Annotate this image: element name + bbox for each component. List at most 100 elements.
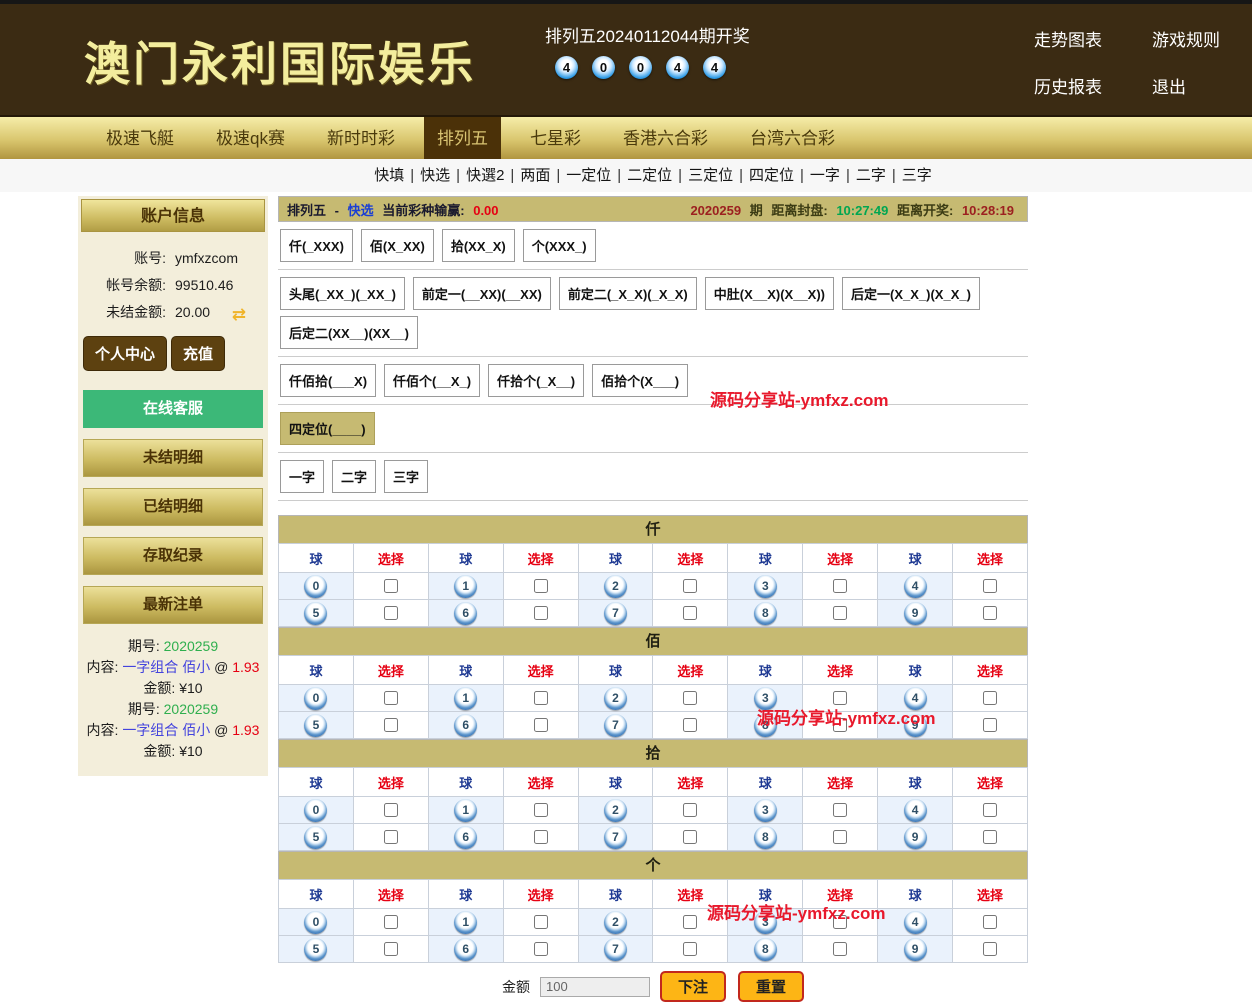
subnav-item-sandingwei[interactable]: 三定位 [686,167,735,184]
nav-tab-pailiewu[interactable]: 排列五 [424,117,501,159]
ball-checkbox[interactable] [683,942,697,956]
ball-2[interactable]: 2 [604,911,627,934]
ball-checkbox[interactable] [833,579,847,593]
ball-6[interactable]: 6 [454,826,477,849]
bet-type-button[interactable]: 仟(_XXX) [280,229,353,262]
nav-tab-xianggang-liuhecai[interactable]: 香港六合彩 [610,117,721,159]
ball-6[interactable]: 6 [454,602,477,625]
ball-1[interactable]: 1 [454,575,477,598]
reset-button[interactable]: 重置 [738,971,804,1002]
ball-checkbox[interactable] [683,691,697,705]
ball-checkbox[interactable] [983,915,997,929]
ball-8[interactable]: 8 [754,826,777,849]
ball-8[interactable]: 8 [754,602,777,625]
ball-0[interactable]: 0 [304,687,327,710]
ball-checkbox[interactable] [983,606,997,620]
ball-checkbox[interactable] [384,579,398,593]
ball-checkbox[interactable] [983,942,997,956]
ball-8[interactable]: 8 [754,714,777,737]
ball-7[interactable]: 7 [604,714,627,737]
bet-type-button[interactable]: 后定一(X_X_)(X_X_) [842,277,980,310]
subnav-item-liangmian[interactable]: 两面 [518,167,552,184]
bet-type-button[interactable]: 仟佰拾(___X) [280,364,376,397]
ball-2[interactable]: 2 [604,799,627,822]
subnav-item-kuaitian[interactable]: 快填 [372,167,406,184]
ball-9[interactable]: 9 [904,826,927,849]
ball-1[interactable]: 1 [454,799,477,822]
ball-checkbox[interactable] [983,830,997,844]
ball-checkbox[interactable] [833,942,847,956]
ball-1[interactable]: 1 [454,687,477,710]
bet-type-button[interactable]: 前定二(_X_X)(_X_X) [559,277,697,310]
ball-checkbox[interactable] [534,942,548,956]
amount-input[interactable] [540,977,650,997]
ball-checkbox[interactable] [833,915,847,929]
bet-type-button[interactable]: 仟佰个(__X_) [384,364,480,397]
nav-tab-qixingcai[interactable]: 七星彩 [517,117,594,159]
subnav-item-erzi[interactable]: 二字 [854,167,888,184]
bet-type-button[interactable]: 佰拾个(X___) [592,364,688,397]
ball-9[interactable]: 9 [904,602,927,625]
ball-5[interactable]: 5 [304,602,327,625]
header-link-game-rules[interactable]: 游戏规则 [1152,26,1220,51]
mode-link[interactable]: 快选 [348,203,374,218]
sidebar-item-online-service[interactable]: 在线客服 [83,390,263,428]
bet-type-button[interactable]: 二字 [332,460,376,493]
ball-0[interactable]: 0 [304,799,327,822]
ball-7[interactable]: 7 [604,602,627,625]
subnav-item-sanzi[interactable]: 三字 [900,167,934,184]
bet-type-button[interactable]: 四定位(____) [280,412,375,445]
subnav-item-sidingwei[interactable]: 四定位 [747,167,796,184]
header-link-history-reports[interactable]: 历史报表 [1034,73,1102,98]
ball-checkbox[interactable] [534,830,548,844]
ball-4[interactable]: 4 [904,575,927,598]
ball-9[interactable]: 9 [904,938,927,961]
sidebar-item-settled-details[interactable]: 已结明细 [83,488,263,526]
bet-type-button[interactable]: 前定一(__XX)(__XX) [413,277,551,310]
ball-7[interactable]: 7 [604,938,627,961]
ball-0[interactable]: 0 [304,911,327,934]
bet-type-button[interactable]: 一字 [280,460,324,493]
ball-6[interactable]: 6 [454,938,477,961]
bet-type-button[interactable]: 仟拾个(_X__) [488,364,584,397]
bet-type-button[interactable]: 头尾(_XX_)(_XX_) [280,277,405,310]
ball-2[interactable]: 2 [604,575,627,598]
ball-7[interactable]: 7 [604,826,627,849]
nav-tab-xinshishicai[interactable]: 新时时彩 [314,117,408,159]
ball-checkbox[interactable] [683,606,697,620]
ball-3[interactable]: 3 [754,575,777,598]
ball-checkbox[interactable] [983,718,997,732]
ball-checkbox[interactable] [683,718,697,732]
bet-type-button[interactable]: 三字 [384,460,428,493]
ball-4[interactable]: 4 [904,911,927,934]
subnav-item-yidingwei[interactable]: 一定位 [564,167,613,184]
ball-checkbox[interactable] [534,606,548,620]
bet-type-button[interactable]: 后定二(XX__)(XX__) [280,316,418,349]
ball-checkbox[interactable] [384,830,398,844]
ball-checkbox[interactable] [384,691,398,705]
ball-4[interactable]: 4 [904,687,927,710]
bet-type-button[interactable]: 佰(X_XX) [361,229,434,262]
header-link-trend-charts[interactable]: 走势图表 [1034,26,1102,51]
ball-checkbox[interactable] [833,606,847,620]
ball-checkbox[interactable] [683,803,697,817]
bet-type-button[interactable]: 拾(XX_X) [442,229,515,262]
ball-checkbox[interactable] [833,718,847,732]
subnav-item-yizi[interactable]: 一字 [808,167,842,184]
sidebar-item-latest-orders[interactable]: 最新注单 [83,586,263,624]
ball-9[interactable]: 9 [904,714,927,737]
nav-tab-jisufeiting[interactable]: 极速飞艇 [93,117,187,159]
ball-5[interactable]: 5 [304,714,327,737]
personal-center-button[interactable]: 个人中心 [83,336,167,371]
ball-checkbox[interactable] [534,915,548,929]
bet-type-button[interactable]: 个(XXX_) [523,229,596,262]
ball-checkbox[interactable] [534,691,548,705]
refresh-icon[interactable]: ⇄ [232,301,246,328]
ball-checkbox[interactable] [833,691,847,705]
ball-checkbox[interactable] [384,718,398,732]
ball-checkbox[interactable] [534,718,548,732]
ball-3[interactable]: 3 [754,799,777,822]
ball-1[interactable]: 1 [454,911,477,934]
ball-checkbox[interactable] [983,691,997,705]
header-link-logout[interactable]: 退出 [1152,73,1220,98]
